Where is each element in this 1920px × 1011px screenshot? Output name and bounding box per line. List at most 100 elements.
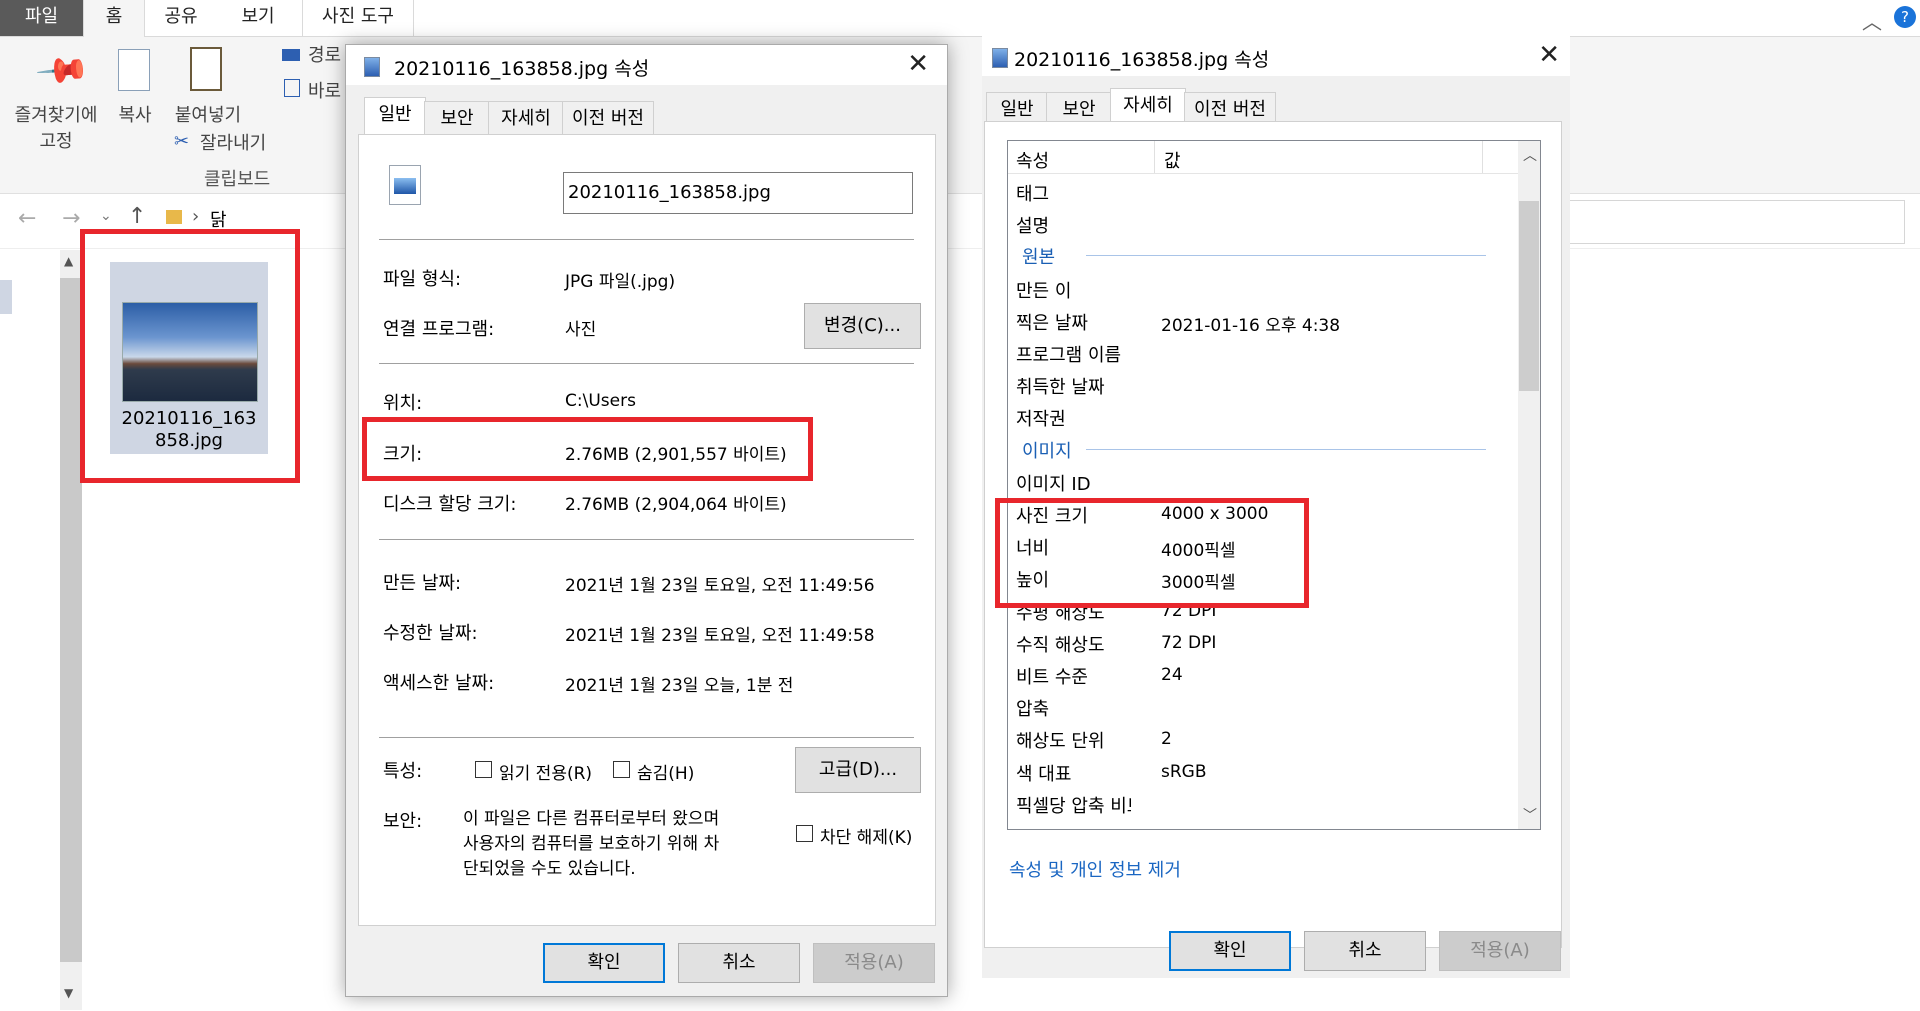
scroll-down-icon[interactable]: ▼ [64, 986, 73, 1000]
cancel-button[interactable]: 취소 [1304, 931, 1426, 971]
property-row[interactable]: 만든 이 [1008, 272, 1516, 304]
scroll-down-icon[interactable]: ﹀ [1523, 805, 1537, 825]
paste-shortcut-button[interactable]: 바로 [308, 77, 341, 103]
tab-general[interactable]: 일반 [364, 97, 426, 137]
property-row[interactable]: 수직 해상도 72 DPI [1008, 626, 1516, 658]
close-icon[interactable]: ✕ [1538, 40, 1560, 70]
property-list[interactable]: 속성 값 태그설명원본만든 이 찍은 날짜 2021-01-16 오후 4:38 프로… [1007, 140, 1541, 830]
header-value[interactable]: 값 [1164, 147, 1181, 173]
tab-file[interactable]: 파일 [0, 0, 83, 36]
group-divider [1086, 255, 1486, 257]
tab-previous-versions[interactable]: 이전 버전 [562, 101, 654, 136]
scroll-up-icon[interactable]: ︿ [1523, 145, 1537, 165]
ok-button[interactable]: 확인 [1169, 931, 1291, 971]
header-separator [1154, 141, 1155, 173]
copy-button[interactable]: 복사 [110, 101, 160, 127]
divider [379, 737, 914, 738]
change-button[interactable]: 변경(C)... [804, 303, 921, 349]
advanced-button[interactable]: 고급(D)... [795, 747, 921, 793]
paste-icon [190, 47, 222, 91]
group-header: 원본 [1022, 247, 1056, 269]
security-text-line3: 단되었을 수도 있습니다. [463, 859, 636, 879]
tab-picture-tools[interactable]: 사진 도구 [302, 0, 414, 36]
security-text-line1: 이 파일은 다른 컴퓨터로부터 왔으며 [463, 809, 720, 829]
property-row[interactable]: 저작권 [1008, 400, 1516, 432]
tab-share[interactable]: 공유 [148, 0, 214, 36]
property-row[interactable]: 설명 [1008, 207, 1516, 239]
property-name: 설명 [1016, 216, 1050, 238]
scrollbar-thumb[interactable] [1519, 201, 1539, 391]
readonly-checkbox[interactable] [475, 761, 492, 778]
dialog-title: 20210116_163858.jpg 속성 [1014, 49, 1270, 71]
accessed-label: 액세스한 날짜: [383, 673, 495, 694]
property-value: 2 [1161, 729, 1172, 750]
copy-path-icon [282, 49, 300, 61]
divider [379, 239, 914, 240]
tab-details[interactable]: 자세히 [488, 101, 564, 136]
location-value: C:\Users [565, 391, 636, 411]
help-icon[interactable]: ? [1894, 6, 1916, 28]
recent-locations-icon[interactable]: ⌄ [100, 208, 112, 224]
property-row[interactable]: 비트 수준 24 [1008, 658, 1516, 690]
highlight-size [362, 417, 813, 481]
paste-button[interactable]: 붙여넣기 [170, 101, 246, 127]
property-name: 저작권 [1016, 409, 1066, 431]
ok-button[interactable]: 확인 [543, 943, 665, 983]
property-value: 72 DPI [1161, 632, 1217, 653]
property-row[interactable]: 취득한 날짜 [1008, 368, 1516, 400]
property-value: sRGB [1161, 761, 1207, 782]
cut-button[interactable]: 잘라내기 [200, 129, 266, 155]
property-row[interactable]: 해상도 단위 2 [1008, 722, 1516, 754]
close-icon[interactable]: ✕ [907, 49, 929, 79]
dialog-titlebar: 20210116_163858.jpg 속성 ✕ [982, 36, 1570, 76]
details-scrollbar[interactable]: ︿ ﹀ [1518, 141, 1540, 829]
property-name: 찍은 날짜 [1016, 312, 1088, 334]
hidden-checkbox[interactable] [613, 761, 630, 778]
image-file-icon [364, 57, 380, 77]
pin-label-line1: 즐겨찾기에 [14, 105, 98, 126]
divider [379, 363, 914, 364]
scroll-up-icon[interactable]: ▲ [64, 254, 73, 268]
accessed-value: 2021년 1월 23일 오늘, 1분 전 [565, 676, 794, 696]
remove-properties-link[interactable]: 속성 및 개인 정보 제거 [1009, 856, 1181, 882]
apply-button[interactable]: 적용(A) [813, 943, 935, 983]
property-row[interactable]: 프로그램 이름 [1008, 336, 1516, 368]
property-name: 픽셀당 압축 비트 [1016, 795, 1131, 817]
tab-view[interactable]: 보기 [228, 0, 288, 36]
header-separator [1482, 141, 1483, 173]
unblock-label: 차단 해제(K) [820, 828, 913, 848]
property-name: 태그 [1016, 184, 1050, 205]
property-row[interactable]: 태그 [1008, 175, 1516, 207]
property-row[interactable]: 색 대표 sRGB [1008, 755, 1516, 787]
filename-input[interactable]: 20210116_163858.jpg [563, 172, 913, 214]
up-icon[interactable]: ↑ [128, 204, 146, 229]
property-row[interactable]: 이미지 ID [1008, 465, 1516, 497]
ribbon-collapse-icon[interactable]: ︿ [1862, 6, 1882, 35]
hidden-label: 숨김(H) [637, 764, 695, 784]
property-row[interactable]: 픽셀당 압축 비트 [1008, 787, 1516, 819]
tab-security[interactable]: 보안 [424, 101, 490, 136]
file-type-value: JPG 파일(.jpg) [565, 272, 676, 292]
modified-value: 2021년 1월 23일 토요일, 오전 11:49:58 [565, 626, 875, 646]
security-text-line2: 사용자의 컴퓨터를 보호하기 위해 차 [463, 834, 720, 854]
pin-button[interactable]: 즐겨찾기에 고정 [6, 101, 106, 153]
tab-home[interactable]: 홈 [83, 0, 145, 37]
forward-icon[interactable]: → [62, 206, 80, 231]
location-label: 위치: [383, 393, 423, 414]
file-type-label: 파일 형식: [383, 269, 462, 290]
copy-path-button[interactable]: 경로 [308, 41, 341, 67]
cancel-button[interactable]: 취소 [678, 943, 800, 983]
apply-button[interactable]: 적용(A) [1439, 931, 1561, 971]
unblock-checkbox[interactable] [796, 825, 813, 842]
back-icon[interactable]: ← [18, 206, 36, 231]
property-name: 수직 해상도 [1016, 634, 1105, 656]
nav-scrollbar-thumb[interactable] [60, 278, 82, 962]
dialog-title: 20210116_163858.jpg 속성 [394, 58, 650, 80]
property-row[interactable]: 찍은 날짜 2021-01-16 오후 4:38 [1008, 304, 1516, 336]
created-label: 만든 날짜: [383, 573, 462, 594]
copy-icon [118, 49, 150, 91]
header-property[interactable]: 속성 [1016, 147, 1049, 173]
property-name: 만든 이 [1016, 280, 1072, 302]
property-row[interactable]: 압축 [1008, 690, 1516, 722]
ribbon-panel: 📌 즐겨찾기에 고정 복사 붙여넣기 경로 바로 ✂ 잘라내기 클립보드 [0, 37, 1920, 194]
